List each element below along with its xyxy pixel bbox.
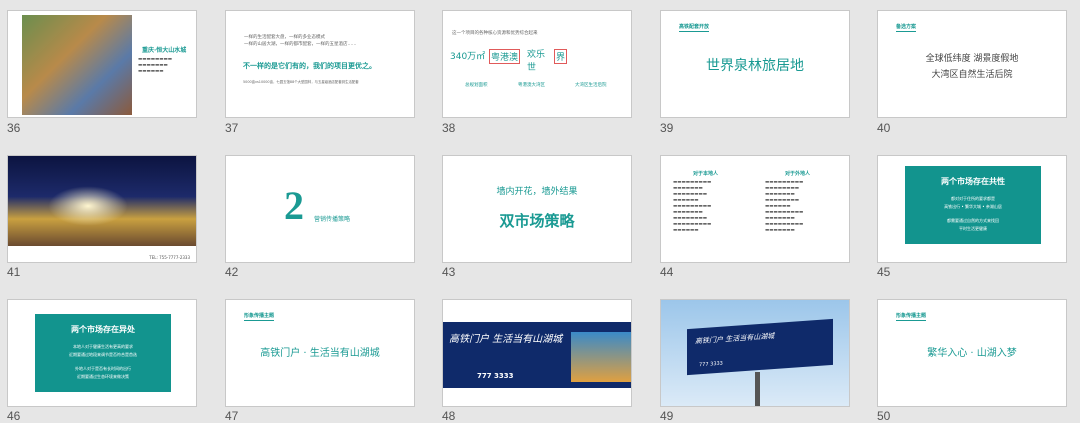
text-line: 全球低纬度 湖景度假地 bbox=[925, 54, 1019, 64]
text-line: 大湾区自然生活后院 bbox=[931, 70, 1013, 80]
slide-number: 45 bbox=[877, 265, 891, 279]
word-area: 340万㎡ bbox=[450, 52, 486, 62]
banner-phone: 777 3333 bbox=[477, 372, 514, 380]
slide-caption: 营销传播策略 bbox=[314, 216, 351, 223]
slide-subtitle: 墙内开花，墙外结果 bbox=[496, 187, 578, 197]
slide-title: 重庆·恒大山水城 bbox=[142, 47, 187, 54]
box-line: 平时生活更健康 bbox=[959, 226, 987, 231]
word-world: 世 bbox=[527, 63, 537, 73]
box-line: 近期要通过生态环境来做决策 bbox=[77, 374, 129, 379]
teal-box: 两个市场存在异处 本地人对于健康生活有更高的要求 近期要通过地段来调节是否符合是… bbox=[35, 314, 171, 392]
billboard-slogan: 高铁门户 生活当有山湖城 bbox=[695, 332, 775, 346]
slide-number: 44 bbox=[660, 265, 674, 279]
slide-number: 38 bbox=[442, 121, 456, 135]
slide-number: 41 bbox=[7, 265, 21, 279]
city-graphic bbox=[571, 332, 631, 382]
text-line: 一样的生活配套大盘，一样的多业态模式 bbox=[244, 35, 325, 40]
slide-45[interactable]: 两个市场存在共性 都对对于住所的要求都是 高铁出行 • 繁华大城 • 亲湖山居 … bbox=[877, 155, 1067, 263]
slide-title: 繁华入心 · 山湖入梦 bbox=[927, 348, 1017, 359]
label-backyard: 大湾区生活后院 bbox=[575, 83, 607, 88]
billboard-pole bbox=[755, 372, 760, 406]
slide-number: 42 bbox=[225, 265, 239, 279]
slide-number: 46 bbox=[7, 409, 21, 423]
slide-38[interactable]: 这一个项目的各种核心资源和优势综合起来 340万㎡ 粤港澳 欢乐 世 界 总规划… bbox=[442, 10, 632, 118]
slide-47[interactable]: 形象传播主题 高铁门户 · 生活当有山湖城 bbox=[225, 299, 415, 407]
billboard-phone: 777 3333 bbox=[699, 360, 723, 369]
slide-title: 高铁门户 · 生活当有山湖城 bbox=[260, 348, 380, 359]
slide-title: 世界泉林旅居地 bbox=[706, 58, 804, 74]
slide-number: 37 bbox=[225, 121, 239, 135]
footer-text: 5000亩vs10000亩，七园五馆88个大型园林，与五星级酒店配套到生活配套 bbox=[243, 80, 359, 84]
text-line: 一样的山居大湖，一样的都市配套，一样的五星酒店…… bbox=[244, 42, 357, 47]
slide-36[interactable]: 重庆·恒大山水城 ▬▬▬▬▬▬▬▬ ▬▬▬▬▬▬▬ ▬▬▬▬▬▬ bbox=[7, 10, 197, 118]
slide-50[interactable]: 形象传播主题 繁华入心 · 山湖入梦 bbox=[877, 299, 1067, 407]
slide-number: 39 bbox=[660, 121, 674, 135]
slide-title: 双市场策略 bbox=[499, 212, 575, 230]
slide-header: 形象传播主题 bbox=[896, 313, 927, 321]
slide-heading: 不一样的是它们有的，我们的项目更优之。 bbox=[243, 62, 376, 70]
slide-40[interactable]: 备选方案 全球低纬度 湖景度假地 大湾区自然生活后院 bbox=[877, 10, 1067, 118]
slide-number: 50 bbox=[877, 409, 891, 423]
slide-number: 49 bbox=[660, 409, 674, 423]
teal-box: 两个市场存在共性 都对对于住所的要求都是 高铁出行 • 繁华大城 • 亲湖山居 … bbox=[905, 166, 1041, 244]
intro-text: 这一个项目的各种核心资源和优势综合起来 bbox=[452, 31, 538, 36]
slide-46[interactable]: 两个市场存在异处 本地人对于健康生活有更高的要求 近期要通过地段来调节是否符合是… bbox=[7, 299, 197, 407]
box-title: 两个市场存在共性 bbox=[941, 177, 1005, 186]
box-line: 外地人对于是否有长时间的出行 bbox=[75, 366, 131, 371]
slide-number: 40 bbox=[877, 121, 891, 135]
slide-number: 48 bbox=[442, 409, 456, 423]
box-line: 本地人对于健康生活有更高的要求 bbox=[73, 344, 133, 349]
slide-37[interactable]: 一样的生活配套大盘，一样的多业态模式 一样的山居大湖，一样的都市配套，一样的五星… bbox=[225, 10, 415, 118]
box-title: 两个市场存在异处 bbox=[71, 325, 135, 334]
box-line: 高铁出行 • 繁华大城 • 亲湖山居 bbox=[944, 204, 1002, 209]
text-lines: ▬▬▬▬▬▬▬▬ ▬▬▬▬▬▬▬ ▬▬▬▬▬▬ bbox=[138, 57, 173, 74]
slide-number: 43 bbox=[442, 265, 456, 279]
slide-43[interactable]: 墙内开花，墙外结果 双市场策略 bbox=[442, 155, 632, 263]
collage-photo bbox=[22, 15, 132, 115]
slide-41[interactable]: TEL: 755-7777-2333 bbox=[7, 155, 197, 263]
box-line: 都需要通过自然的方式来找回 bbox=[947, 218, 999, 223]
word-boundary: 界 bbox=[554, 49, 568, 64]
slide-49[interactable]: 高铁门户 生活当有山湖城 777 3333 bbox=[660, 299, 850, 407]
column-title: 对于外地人 bbox=[785, 171, 811, 177]
label-area: 总规划面积 bbox=[465, 83, 488, 88]
box-line: 都对对于住所的要求都是 bbox=[951, 196, 995, 201]
slide-header: 高铁配套开放 bbox=[679, 24, 710, 32]
slide-header: 备选方案 bbox=[896, 24, 917, 32]
billboard-banner: 高铁门户 生活当有山湖城 777 3333 bbox=[443, 322, 631, 388]
label-region: 粤港澳大湾区 bbox=[518, 83, 545, 88]
banner-slogan: 高铁门户 生活当有山湖城 bbox=[449, 334, 563, 345]
phone-text: TEL: 755-7777-2333 bbox=[149, 255, 190, 260]
column-text: ▬▬▬▬▬▬▬▬▬▬▬▬▬▬▬▬▬▬▬▬▬▬▬▬▬▬▬▬▬▬▬▬▬▬▬▬▬▬▬▬… bbox=[673, 180, 712, 233]
fountain-light bbox=[48, 186, 128, 226]
slide-44[interactable]: 对于本地人 对于外地人 ▬▬▬▬▬▬▬▬▬ ▬▬▬▬▬▬▬ ▬▬▬▬▬▬▬▬ ▬▬▬▬… bbox=[660, 155, 850, 263]
slide-number: 47 bbox=[225, 409, 239, 423]
slide-42[interactable]: 2 营销传播策略 bbox=[225, 155, 415, 263]
word-joy: 欢乐 bbox=[527, 50, 546, 60]
word-region: 粤港澳 bbox=[489, 49, 521, 64]
column-text: ▬▬▬▬▬▬▬▬▬▬▬▬▬▬▬▬▬▬▬▬▬▬▬▬▬▬▬▬▬▬▬▬▬▬▬▬▬▬▬▬… bbox=[765, 180, 804, 233]
slide-header: 形象传播主题 bbox=[244, 313, 275, 321]
slide-39[interactable]: 高铁配套开放 世界泉林旅居地 bbox=[660, 10, 850, 118]
slide-48[interactable]: 高铁门户 生活当有山湖城 777 3333 bbox=[442, 299, 632, 407]
column-title: 对于本地人 bbox=[693, 171, 719, 177]
box-line: 近期要通过地段来调节是否符合是首选 bbox=[69, 352, 137, 357]
slide-number: 36 bbox=[7, 121, 21, 135]
big-number: 2 bbox=[284, 183, 304, 228]
